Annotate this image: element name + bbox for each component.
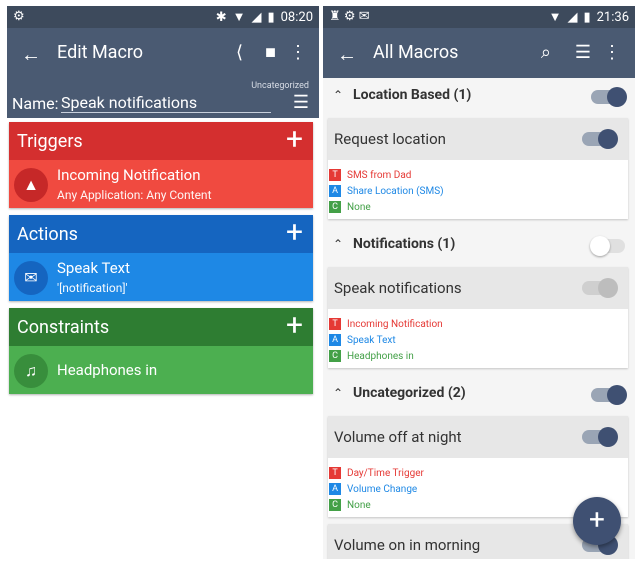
constraint-title: Headphones in [57, 361, 158, 379]
trigger-badge: T [329, 467, 341, 479]
status-time: 21:36 [596, 9, 629, 25]
triggers-card: Triggers + ▲ Incoming Notification Any A… [9, 122, 313, 208]
group-title: Uncategorized (2) [353, 385, 466, 401]
group-title: Notifications (1) [353, 236, 456, 252]
trigger-badge: T [329, 169, 341, 181]
add-constraint-icon[interactable]: + [286, 310, 303, 342]
warning-icon: ▲ [14, 168, 48, 202]
chevron-up-icon[interactable]: ⌃ [333, 88, 343, 102]
macro-constraint: Headphones in [347, 350, 414, 362]
trigger-subtitle: Any Application: Any Content [57, 188, 212, 202]
group-location-based[interactable]: ⌃ Location Based (1) [323, 82, 635, 112]
page-title: Edit Macro [57, 42, 144, 63]
triggers-label: Triggers [17, 131, 83, 152]
macro-trigger: Day/Time Trigger [347, 467, 424, 479]
macro-name-input[interactable] [61, 92, 271, 113]
status-bar: ♜ ⚙ ✉ ▼ ◢ ▮ 21:36 [323, 6, 635, 28]
action-title: Speak Text [57, 259, 131, 277]
constraints-card: Constraints + ♫ Headphones in [9, 308, 313, 394]
back-arrow-icon[interactable]: ← [21, 42, 41, 67]
constraint-badge: C [329, 499, 341, 511]
add-trigger-icon[interactable]: + [286, 124, 303, 156]
group-notifications[interactable]: ⌃ Notifications (1) [323, 231, 635, 261]
signal-icon: ◢ [567, 9, 578, 25]
add-action-icon[interactable]: + [286, 217, 303, 249]
macro-title: Request location [334, 130, 446, 148]
actions-card: Actions + ✉ Speak Text '[notification]' [9, 215, 313, 301]
message-icon: ✉ [14, 261, 48, 295]
category-label: Uncategorized [251, 81, 309, 91]
share-icon[interactable]: ⟨ [236, 42, 243, 63]
actions-label: Actions [17, 224, 78, 245]
macro-title: Volume off at night [334, 428, 462, 446]
status-time: 08:20 [280, 9, 313, 25]
back-arrow-icon[interactable]: ← [337, 42, 357, 67]
triggers-header: Triggers + [9, 122, 313, 160]
macro-title: Volume on in morning [334, 536, 481, 554]
action-badge: A [329, 483, 341, 495]
constraints-label: Constraints [17, 317, 110, 338]
settings-gear-icon: ⚙ [13, 9, 25, 24]
macro-toggle[interactable] [582, 278, 618, 298]
action-badge: A [329, 334, 341, 346]
macro-title: Speak notifications [334, 279, 462, 297]
wifi-icon: ▼ [232, 10, 246, 25]
more-vert-icon[interactable]: ⋮ [603, 42, 621, 63]
status-bar: ⚙ ✱ ▼ ◢ ▮ 08:20 [7, 6, 319, 28]
trigger-item[interactable]: ▲ Incoming Notification Any Application:… [9, 160, 313, 208]
group-uncategorized[interactable]: ⌃ Uncategorized (2) [323, 380, 635, 410]
macro-toggle[interactable] [582, 129, 618, 149]
macro-toggle[interactable] [582, 427, 618, 447]
constraint-badge: C [329, 201, 341, 213]
list-icon[interactable]: ☰ [575, 42, 591, 63]
action-badge: A [329, 185, 341, 197]
app-bar: ← Edit Macro ⟨ ■ ⋮ Uncategorized Name: ☰ [7, 28, 319, 118]
actions-header: Actions + [9, 215, 313, 253]
notification-icons: ♜ ⚙ ✉ [329, 9, 370, 24]
wifi-icon: ▼ [548, 10, 562, 25]
search-icon[interactable]: ⌕ [541, 42, 551, 63]
trigger-title: Incoming Notification [57, 166, 201, 184]
constraint-badge: C [329, 350, 341, 362]
add-macro-fab[interactable]: + [573, 497, 621, 545]
macro-action: Share Location (SMS) [347, 185, 444, 197]
group-toggle[interactable] [591, 87, 627, 107]
group-title: Location Based (1) [353, 87, 472, 103]
macro-action: Volume Change [347, 483, 418, 495]
delete-icon[interactable]: ■ [265, 42, 276, 63]
macro-trigger: SMS from Dad [347, 169, 412, 181]
name-label: Name: [12, 94, 59, 113]
battery-icon: ▮ [267, 9, 275, 25]
page-title: All Macros [373, 42, 459, 63]
edit-macro-screen: ⚙ ✱ ▼ ◢ ▮ 08:20 ← Edit Macro ⟨ ■ ⋮ Uncat… [7, 6, 319, 559]
action-item[interactable]: ✉ Speak Text '[notification]' [9, 253, 313, 301]
chevron-up-icon[interactable]: ⌃ [333, 237, 343, 251]
app-bar: ← All Macros ⌕ ☰ ⋮ [323, 28, 635, 78]
bluetooth-icon: ✱ [215, 9, 227, 25]
macro-constraint: None [347, 201, 371, 213]
group-toggle[interactable] [591, 385, 627, 405]
macro-trigger: Incoming Notification [347, 318, 443, 330]
chevron-up-icon[interactable]: ⌃ [333, 386, 343, 400]
macro-constraint: None [347, 499, 371, 511]
constraints-header: Constraints + [9, 308, 313, 346]
macro-card[interactable]: Request location T SMS from Dad A Share Lo… [328, 118, 628, 219]
headphones-icon: ♫ [14, 354, 48, 388]
macro-action: Speak Text [347, 334, 396, 346]
category-list-icon[interactable]: ☰ [293, 92, 309, 113]
group-toggle[interactable] [590, 236, 625, 256]
action-subtitle: '[notification]' [57, 281, 128, 295]
trigger-badge: T [329, 318, 341, 330]
signal-icon: ◢ [251, 9, 262, 25]
constraint-item[interactable]: ♫ Headphones in [9, 346, 313, 394]
all-macros-screen: ♜ ⚙ ✉ ▼ ◢ ▮ 21:36 ← All Macros ⌕ ☰ ⋮ ⌃ L… [323, 6, 635, 559]
macro-card[interactable]: Speak notifications T Incoming Notificati… [328, 267, 628, 368]
battery-icon: ▮ [583, 9, 591, 25]
more-vert-icon[interactable]: ⋮ [289, 42, 307, 63]
